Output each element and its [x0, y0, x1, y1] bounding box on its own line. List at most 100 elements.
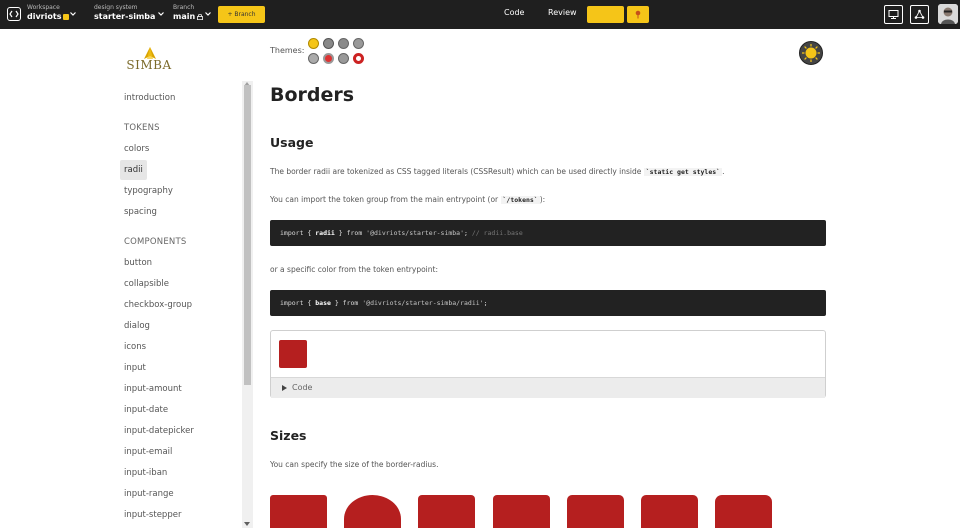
code-token: ;	[483, 299, 488, 307]
sun-icon	[802, 44, 820, 62]
top-bar: Workspace divriots design system starter…	[0, 0, 960, 29]
chevron-down-icon[interactable]	[157, 10, 165, 18]
nav-item-collapsible[interactable]: collapsible	[120, 274, 173, 294]
nav-item-input-range[interactable]: input-range	[120, 484, 178, 504]
radius-swatch	[279, 340, 307, 368]
logo-text: SIMBA	[126, 58, 172, 72]
avatar[interactable]	[938, 4, 958, 24]
code-token: {	[307, 299, 312, 307]
code-token: }	[334, 299, 339, 307]
nav-item-spacing[interactable]: spacing	[120, 202, 161, 222]
code-comment: // radii.base	[471, 229, 523, 237]
chevron-down-icon[interactable]	[69, 10, 77, 18]
code-token: '@divriots/starter-simba/radii'	[362, 299, 484, 307]
theme-mode-toggle[interactable]	[799, 41, 823, 65]
theme-option-icon[interactable]	[308, 53, 319, 64]
theme-option-icon[interactable]	[353, 38, 364, 49]
branch-value: main	[173, 12, 196, 21]
network-icon	[914, 9, 925, 19]
theme-option-icon[interactable]	[338, 53, 349, 64]
design-system-value: starter-simba	[94, 12, 156, 21]
nav-section-components: COMPONENTS	[124, 237, 187, 247]
code-token: radii	[315, 229, 335, 237]
sizes-paragraph: You can specify the size of the border-r…	[270, 460, 439, 469]
tab-code[interactable]: Code	[504, 8, 524, 17]
inline-code: `/tokens`	[500, 196, 540, 204]
new-branch-button[interactable]: + Branch	[218, 6, 265, 23]
theme-option-icon[interactable]	[353, 53, 364, 64]
nav-item-button[interactable]: button	[120, 253, 156, 273]
demo-code-label: Code	[292, 383, 313, 392]
workspace-label: Workspace	[27, 4, 60, 11]
sidebar-scrollbar[interactable]	[242, 81, 253, 528]
main-content: Themes: Borders Usage The border radii a…	[270, 29, 830, 528]
size-sample-none	[270, 495, 327, 528]
scroll-down-arrow-icon[interactable]	[244, 522, 250, 526]
lock-icon	[197, 13, 204, 20]
nav-item-input-email[interactable]: input-email	[120, 442, 176, 462]
nav-item-checkbox-group[interactable]: checkbox-group	[120, 295, 196, 315]
app-logo-icon[interactable]	[7, 7, 21, 21]
import-paragraph: You can import the token group from the …	[270, 195, 545, 204]
theme-option-icon[interactable]	[338, 38, 349, 49]
sidebar: SIMBA introduction TOKENS colors radii t…	[112, 29, 253, 528]
chevron-down-icon[interactable]	[204, 10, 212, 18]
nav-item-typography[interactable]: typography	[120, 181, 177, 201]
usage-paragraph: The border radii are tokenized as CSS ta…	[270, 167, 724, 176]
code-token: '@divriots/starter-simba'	[366, 229, 465, 237]
themes-label: Themes:	[270, 46, 305, 55]
preview-button[interactable]	[884, 5, 903, 24]
workspace-value: divriots	[27, 12, 62, 21]
code-token: from	[346, 229, 363, 237]
scrollbar-thumb[interactable]	[244, 85, 251, 385]
tab-review[interactable]: Review	[548, 8, 577, 17]
theme-option-icon[interactable]	[323, 53, 334, 64]
size-sample-circle	[344, 495, 401, 528]
simba-logo[interactable]: SIMBA	[123, 37, 175, 77]
code-token: import	[280, 229, 304, 237]
import-text-end: ):	[539, 195, 546, 204]
usage-text: The border radii are tokenized as CSS ta…	[270, 167, 644, 176]
size-sample-medium	[493, 495, 550, 528]
publish-button[interactable]	[587, 6, 624, 23]
nav-item-input[interactable]: input	[120, 358, 150, 378]
nav-section-tokens: TOKENS	[124, 123, 160, 133]
theme-simba-icon[interactable]	[308, 38, 319, 49]
size-sample-small	[418, 495, 475, 528]
sizes-heading: Sizes	[270, 428, 307, 443]
code-token: base	[315, 299, 331, 307]
code-block-main-import[interactable]: import { radii } from '@divriots/starter…	[270, 220, 826, 246]
nav-item-input-date[interactable]: input-date	[120, 400, 172, 420]
nav-item-introduction[interactable]: introduction	[120, 88, 179, 108]
nav-item-colors[interactable]: colors	[120, 139, 153, 159]
nav-item-dialog[interactable]: dialog	[120, 316, 154, 336]
design-system-selector[interactable]: design system starter-simba	[94, 4, 155, 23]
code-token: from	[342, 299, 359, 307]
workspace-selector[interactable]: Workspace divriots	[27, 4, 70, 23]
pin-icon	[635, 10, 641, 19]
branch-selector[interactable]: Branch main	[173, 4, 204, 23]
nav-item-radii[interactable]: radii	[120, 160, 147, 180]
demo-code-toggle[interactable]: Code	[271, 377, 825, 398]
design-system-label: design system	[94, 4, 138, 11]
nav-item-input-stepper[interactable]: input-stepper	[120, 505, 185, 525]
code-token: ;	[464, 229, 468, 237]
usage-text-end: .	[722, 167, 725, 176]
theme-option-icon[interactable]	[323, 38, 334, 49]
code-token: import	[280, 299, 304, 307]
size-sample-xxlarge	[715, 495, 772, 528]
code-token: {	[307, 229, 312, 237]
expand-triangle-icon	[282, 384, 287, 391]
share-button[interactable]	[910, 5, 929, 24]
monitor-icon	[888, 10, 899, 19]
usage-heading: Usage	[270, 135, 314, 150]
page-title: Borders	[270, 84, 355, 106]
user-avatar-icon	[938, 4, 958, 24]
nav-item-icons[interactable]: icons	[120, 337, 150, 357]
size-sample-large	[567, 495, 624, 528]
nav-item-input-datepicker[interactable]: input-datepicker	[120, 421, 198, 441]
pin-button[interactable]	[627, 6, 649, 23]
nav-item-input-iban[interactable]: input-iban	[120, 463, 171, 483]
code-block-radii-import[interactable]: import { base } from '@divriots/starter-…	[270, 290, 826, 316]
nav-item-input-amount[interactable]: input-amount	[120, 379, 186, 399]
